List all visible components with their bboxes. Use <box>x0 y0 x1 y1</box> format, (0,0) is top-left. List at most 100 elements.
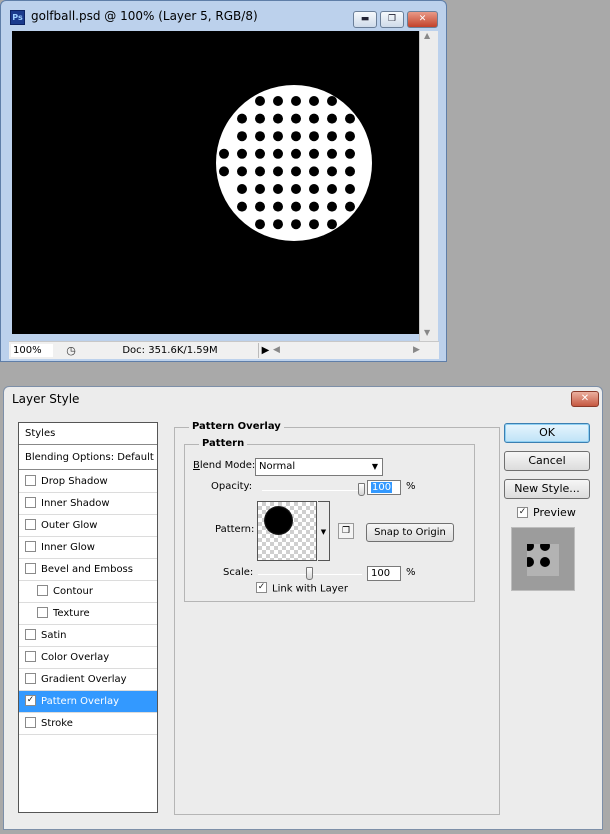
style-item-drop-shadow[interactable]: Drop Shadow <box>19 471 157 493</box>
restore-button[interactable]: ❐ <box>380 11 404 28</box>
style-item-checkbox[interactable] <box>25 650 36 662</box>
opacity-unit: % <box>406 481 416 492</box>
scale-slider-thumb[interactable] <box>306 567 313 580</box>
pattern-picker-swatch[interactable] <box>257 501 317 561</box>
golf-ball-dot <box>327 166 337 177</box>
zoom-level-field[interactable]: 100% <box>11 344 53 357</box>
close-icon: ✕ <box>580 393 590 404</box>
opacity-slider-track[interactable] <box>262 490 362 491</box>
status-menu-arrow-icon[interactable]: ▶ <box>258 343 272 358</box>
preview-checkbox[interactable]: ✓ <box>517 506 528 518</box>
golf-ball-dot <box>345 184 355 194</box>
style-item-label: Satin <box>41 630 67 641</box>
golf-ball-dot <box>327 148 337 159</box>
ok-button[interactable]: OK <box>504 423 590 443</box>
golf-ball-dot <box>327 96 337 106</box>
style-item-outer-glow[interactable]: Outer Glow <box>19 515 157 537</box>
scroll-down-icon[interactable]: ▼ <box>424 328 430 337</box>
opacity-slider-thumb[interactable] <box>358 483 365 496</box>
close-button[interactable]: ✕ <box>407 11 438 28</box>
cancel-button[interactable]: Cancel <box>504 451 590 471</box>
blending-options-item[interactable]: Blending Options: Default <box>19 446 157 470</box>
style-item-label: Stroke <box>41 718 73 729</box>
style-item-checkbox[interactable] <box>25 540 36 552</box>
status-options-icon: ◷ <box>66 344 76 357</box>
snap-to-origin-button[interactable]: Snap to Origin <box>366 523 454 542</box>
golf-ball-dot <box>255 184 265 194</box>
status-options-button[interactable]: ◷ <box>61 343 81 358</box>
scroll-right-icon[interactable]: ▶ <box>413 344 420 357</box>
golf-ball-dot <box>309 96 319 106</box>
style-preview-swatch <box>527 544 559 576</box>
dialog-close-button[interactable]: ✕ <box>571 391 599 407</box>
vertical-scrollbar[interactable]: ▲ ▼ <box>419 31 438 342</box>
opacity-input[interactable]: 100 <box>367 480 401 495</box>
golf-ball-dot <box>291 166 301 177</box>
style-item-stroke[interactable]: Stroke <box>19 713 157 735</box>
pattern-overlay-title: Pattern Overlay <box>189 421 284 432</box>
golf-ball-dot <box>273 131 283 142</box>
scale-unit: % <box>406 567 416 578</box>
style-item-label: Inner Shadow <box>41 498 110 509</box>
golf-ball-dot <box>273 201 283 212</box>
scroll-left-icon[interactable]: ◀ <box>273 345 280 355</box>
golf-ball-dot <box>291 148 301 159</box>
style-item-inner-shadow[interactable]: Inner Shadow <box>19 493 157 515</box>
golf-ball-dot <box>309 148 319 159</box>
style-item-checkbox[interactable] <box>25 562 36 574</box>
style-item-checkbox[interactable] <box>25 716 36 728</box>
link-with-layer-checkbox[interactable]: ✓ <box>256 582 267 593</box>
style-item-label: Color Overlay <box>41 652 110 663</box>
style-item-label: Inner Glow <box>41 542 95 553</box>
preview-row[interactable]: ✓ Preview <box>517 506 576 519</box>
blend-mode-label: Blend Mode: <box>193 460 256 471</box>
golf-ball-dot <box>291 201 301 212</box>
preview-dot <box>527 557 534 567</box>
golf-ball-dot <box>309 113 319 124</box>
new-style-button[interactable]: New Style... <box>504 479 590 499</box>
style-item-bevel-and-emboss[interactable]: Bevel and Emboss <box>19 559 157 581</box>
golf-ball-dot <box>345 201 355 212</box>
style-item-checkbox[interactable] <box>25 518 36 530</box>
golf-ball-dot <box>345 148 355 159</box>
style-item-checkbox[interactable] <box>25 628 36 640</box>
preview-dot <box>540 557 550 567</box>
link-with-layer-row[interactable]: ✓ Link with Layer <box>256 582 348 595</box>
style-item-checkbox[interactable] <box>37 584 48 596</box>
style-item-checkbox[interactable]: ✓ <box>25 694 36 706</box>
horizontal-scrollbar[interactable]: ◀ ▶ <box>273 344 423 357</box>
golf-ball-dot <box>327 219 337 230</box>
style-item-texture[interactable]: Texture <box>19 603 157 625</box>
golf-ball-dot <box>255 219 265 230</box>
document-title: golfball.psd @ 100% (Layer 5, RGB/8) <box>31 9 258 23</box>
image-canvas[interactable] <box>12 31 419 334</box>
style-item-checkbox[interactable] <box>25 672 36 684</box>
golf-ball-dot <box>237 166 247 177</box>
style-item-contour[interactable]: Contour <box>19 581 157 603</box>
golf-ball-dot <box>309 131 319 142</box>
style-item-satin[interactable]: Satin <box>19 625 157 647</box>
minimize-button[interactable]: ▬ <box>353 11 377 28</box>
style-item-checkbox[interactable] <box>25 496 36 508</box>
golf-ball-dot <box>237 113 247 124</box>
golf-ball-dot <box>309 201 319 212</box>
golf-ball-dot <box>327 131 337 142</box>
layer-style-dialog: Layer Style ✕ Styles Blending Options: D… <box>3 386 603 830</box>
style-item-label: Gradient Overlay <box>41 674 127 685</box>
pattern-picker-dropdown[interactable]: ▼ <box>318 501 330 561</box>
new-preset-button[interactable]: ❐ <box>338 523 354 539</box>
dialog-title: Layer Style <box>12 392 80 406</box>
golf-ball-dot <box>345 113 355 124</box>
scale-input[interactable]: 100 <box>367 566 401 581</box>
blend-mode-select[interactable]: Normal ▼ <box>255 458 383 476</box>
style-item-color-overlay[interactable]: Color Overlay <box>19 647 157 669</box>
styles-header[interactable]: Styles <box>19 423 157 445</box>
scroll-up-icon[interactable]: ▲ <box>424 31 430 40</box>
style-item-inner-glow[interactable]: Inner Glow <box>19 537 157 559</box>
golf-ball-dot <box>255 96 265 106</box>
style-item-checkbox[interactable] <box>37 606 48 618</box>
style-item-pattern-overlay[interactable]: ✓ Pattern Overlay <box>19 691 157 713</box>
style-item-gradient-overlay[interactable]: Gradient Overlay <box>19 669 157 691</box>
style-item-checkbox[interactable] <box>25 474 36 486</box>
golf-ball-dot <box>255 148 265 159</box>
